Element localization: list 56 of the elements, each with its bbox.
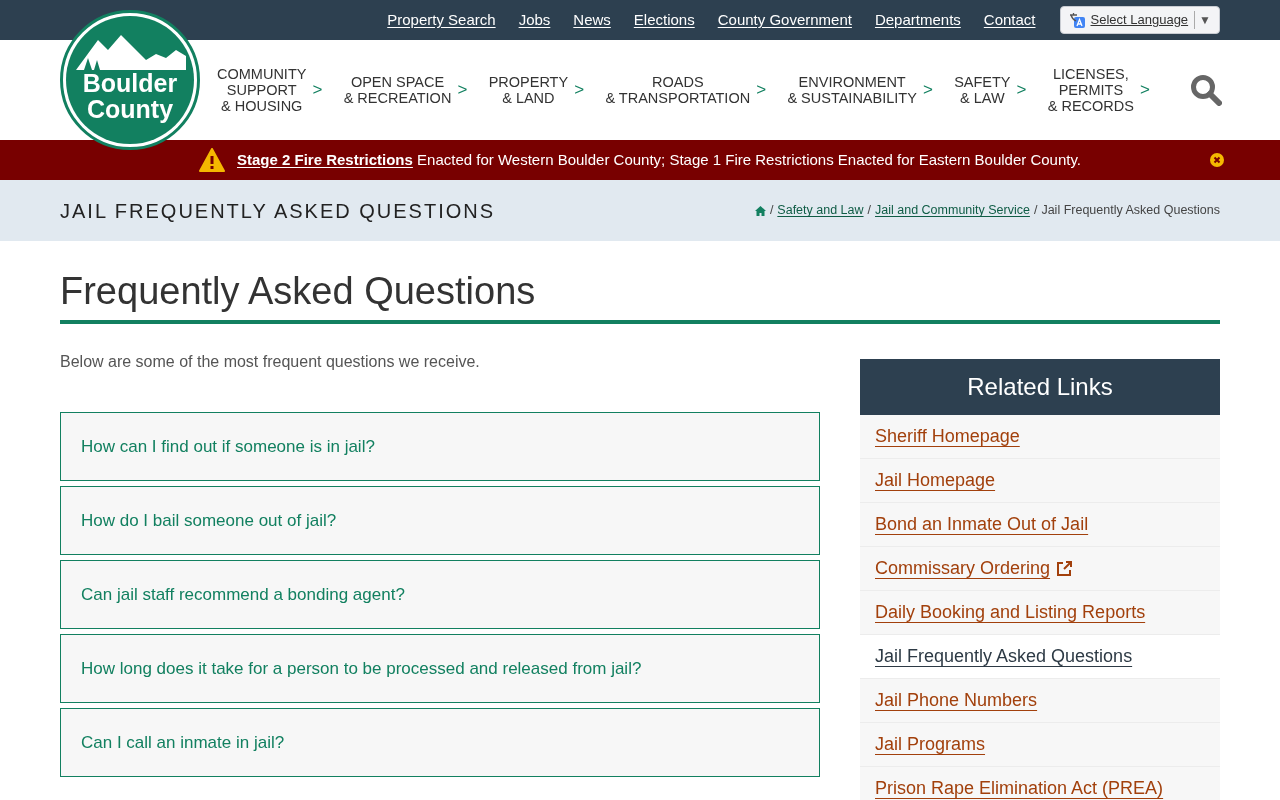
chevron-icon: > [457, 77, 468, 103]
chevron-icon: > [1140, 77, 1150, 103]
chevron-icon: > [756, 77, 767, 103]
related-link[interactable]: Sheriff Homepage [875, 423, 1020, 450]
logo-text: Boulder [82, 70, 178, 96]
alert-message: Stage 2 Fire Restrictions Enacted for Western Boulder County; Stage 1 Fire Restrictions Enacted for Eastern Boulder County. [237, 149, 1081, 170]
warning-icon [199, 148, 225, 172]
related-link[interactable]: Jail Programs [875, 731, 986, 758]
intro-text: Below are some of the most frequent questions we receive. [60, 352, 481, 372]
nav-menu-item[interactable]: PROPERTY & LAND [488, 74, 569, 106]
logo-text: County [86, 96, 174, 122]
related-link[interactable]: Jail Frequently Asked Questions [875, 643, 1133, 670]
related-links-header: Related Links [860, 359, 1220, 415]
language-select[interactable]: Select Language ▼ [1059, 6, 1220, 34]
related-link[interactable]: Commissary Ordering [875, 555, 1051, 582]
home-icon[interactable] [754, 205, 766, 216]
breadcrumb-separator: / [1033, 202, 1038, 220]
nav-menu-item[interactable]: COMMUNITY SUPPORT & HOUSING [217, 66, 307, 114]
alert-link[interactable]: Stage 2 Fire Restrictions [237, 150, 413, 168]
page-heading: Frequently Asked Questions [60, 268, 1220, 324]
related-link[interactable]: Jail Phone Numbers [875, 687, 1038, 714]
breadcrumb-link[interactable]: Safety and Law [777, 201, 864, 220]
faq-question[interactable]: Can jail staff recommend a bonding agent? [60, 560, 820, 629]
faq-question[interactable]: Can I call an inmate in jail? [60, 708, 820, 777]
nav-menu-item[interactable]: LICENSES, PERMITS & RECORDS [1047, 66, 1134, 114]
faq-question[interactable]: How do I bail someone out of jail? [60, 486, 820, 555]
utility-link[interactable]: County Government [717, 8, 852, 32]
related-link[interactable]: Daily Booking and Listing Reports [875, 599, 1146, 626]
related-link[interactable]: Bond an Inmate Out of Jail [875, 511, 1089, 538]
utility-link[interactable]: Departments [874, 8, 961, 32]
nav-menu-item[interactable]: ROADS & TRANSPORTATION [605, 74, 751, 106]
utility-link[interactable]: Jobs [518, 8, 551, 32]
utility-link[interactable]: Contact [983, 8, 1036, 32]
nav-menu-item[interactable]: SAFETY & LAW [954, 74, 1011, 106]
nav-menu-item[interactable]: ENVIRONMENT & SUSTAINABILITY [787, 74, 917, 106]
chevron-icon: > [574, 77, 585, 103]
related-link[interactable]: Prison Rape Elimination Act (PREA) [875, 775, 1164, 800]
chevron-icon: > [1016, 77, 1027, 103]
page-title: JAIL FREQUENTLY ASKED QUESTIONS [60, 198, 496, 224]
breadcrumb-separator: / [769, 202, 774, 220]
utility-link[interactable]: Property Search [387, 8, 496, 32]
translate-icon [1068, 12, 1085, 28]
breadcrumb-current: Jail Frequently Asked Questions [1041, 202, 1220, 220]
search-icon[interactable] [1190, 74, 1222, 106]
external-link-icon [1055, 559, 1074, 578]
utility-link[interactable]: Elections [633, 8, 695, 32]
chevron-icon: > [312, 77, 323, 103]
faq-question[interactable]: How can I find out if someone is in jail? [60, 412, 820, 481]
faq-question[interactable]: How long does it take for a person to be processed and released from jail? [60, 634, 820, 703]
related-link[interactable]: Jail Homepage [875, 467, 996, 494]
breadcrumb-separator: / [867, 202, 871, 220]
close-icon[interactable] [1210, 153, 1224, 167]
nav-menu-item[interactable]: OPEN SPACE & RECREATION [343, 74, 452, 106]
chevron-icon: > [922, 77, 933, 103]
breadcrumb-link[interactable]: Jail and Community Service [875, 201, 1030, 220]
utility-link[interactable]: News [573, 8, 611, 32]
